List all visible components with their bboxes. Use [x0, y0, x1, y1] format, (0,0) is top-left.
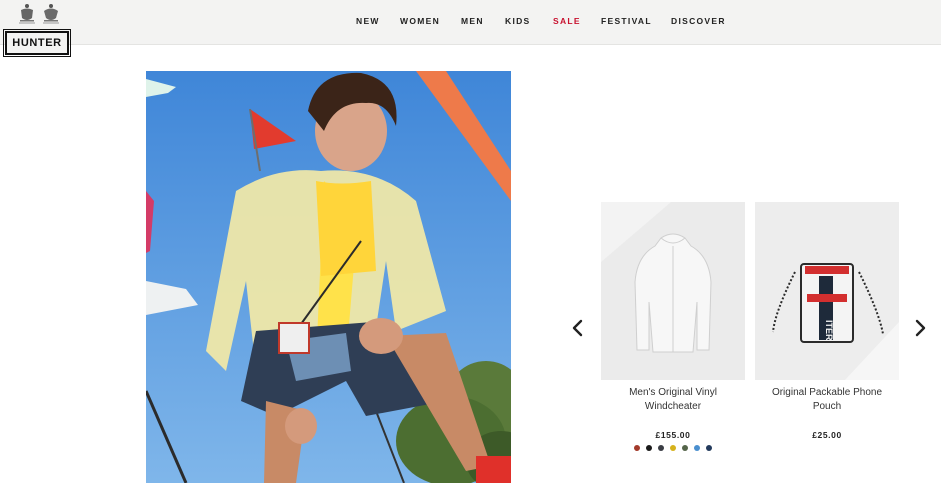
carousel-prev-button[interactable] — [569, 318, 587, 338]
main-nav: NEW WOMEN MEN KIDS SALE FESTIVAL DISCOVE… — [0, 16, 941, 28]
swatch-blue[interactable] — [694, 445, 700, 451]
chevron-right-icon — [915, 319, 926, 337]
product-name-line2[interactable]: Pouch — [755, 400, 899, 414]
nav-new[interactable]: NEW — [356, 16, 380, 26]
carousel-next-button[interactable] — [911, 318, 929, 338]
nav-kids[interactable]: KIDS — [505, 16, 531, 26]
nav-festival[interactable]: FESTIVAL — [601, 16, 652, 26]
product-name-line1[interactable]: Men's Original Vinyl — [601, 386, 745, 400]
nav-women[interactable]: WOMEN — [400, 16, 440, 26]
color-swatches — [601, 445, 745, 451]
chevron-left-icon — [572, 319, 583, 337]
swatch-navy[interactable] — [706, 445, 712, 451]
nav-sale[interactable]: SALE — [553, 16, 581, 26]
product-price: £25.00 — [812, 430, 842, 440]
product-image[interactable]: ITER — [755, 202, 899, 380]
product-name[interactable]: Original Packable Phone Pouch — [755, 386, 899, 416]
swatch-yellow[interactable] — [670, 445, 676, 451]
product-price: £155.00 — [655, 430, 691, 440]
site-header: HUNTER NEW WOMEN MEN KIDS SALE FESTIVAL … — [0, 0, 941, 57]
hero-photo-illustration — [146, 71, 511, 483]
phone-pouch-product-image: ITER — [755, 202, 899, 380]
product-name[interactable]: Men's Original Vinyl Windcheater — [601, 386, 745, 416]
nav-discover[interactable]: DISCOVER — [671, 16, 726, 26]
product-image[interactable] — [601, 202, 745, 380]
product-card[interactable]: ITER Original Packable Phone Pouch £25.0… — [755, 202, 899, 462]
swatch-rust[interactable] — [634, 445, 640, 451]
svg-text:ITER: ITER — [824, 320, 834, 341]
product-name-line1[interactable]: Original Packable Phone — [755, 386, 899, 400]
swatch-olive[interactable] — [682, 445, 688, 451]
hunter-logo[interactable]: HUNTER — [3, 29, 71, 57]
hero-image — [146, 71, 511, 483]
swatch-charcoal[interactable] — [658, 445, 664, 451]
product-name-line2[interactable]: Windcheater — [601, 400, 745, 414]
nav-men[interactable]: MEN — [461, 16, 484, 26]
product-card[interactable]: Men's Original Vinyl Windcheater £155.00 — [601, 202, 745, 462]
windcheater-product-image — [601, 202, 745, 380]
swatch-black[interactable] — [646, 445, 652, 451]
